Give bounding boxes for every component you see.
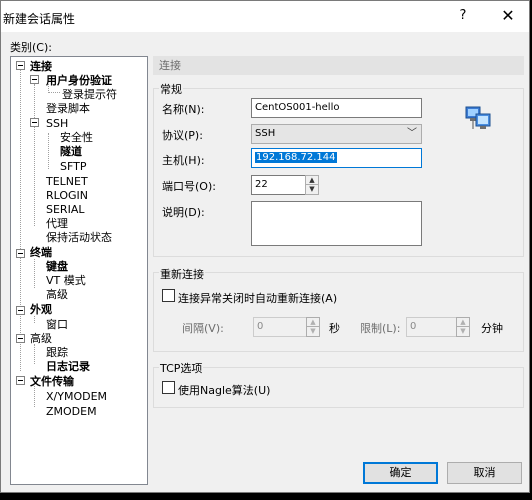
tree-item-login-prompts[interactable]: 登录提示符: [62, 88, 117, 101]
tree-item-logging[interactable]: 日志记录: [46, 360, 90, 373]
tcp-options-title: TCP选项: [159, 360, 204, 376]
interval-spinner[interactable]: ▲ ▼: [306, 317, 320, 337]
category-label: 类别(C):: [10, 41, 52, 54]
spin-up-icon[interactable]: ▲: [307, 318, 319, 327]
tree-item-telnet[interactable]: TELNET: [46, 175, 88, 188]
tree-guide-line: [34, 316, 35, 323]
chevron-down-icon: ﹀: [407, 128, 417, 139]
tree-guide-line: [48, 133, 49, 169]
interval-unit: 秒: [329, 322, 340, 335]
host-value: 192.168.72.144: [255, 152, 337, 163]
tree-item-terminal[interactable]: 终端: [30, 246, 52, 259]
tree-guide-line: [34, 84, 35, 226]
reconnect-group-title: 重新连接: [159, 266, 205, 282]
session-properties-dialog: 新建会话属性 ? ✕ 类别(C): 连接 用户身份验证 登录提示符 登录脚本 S…: [0, 0, 530, 493]
tree-item-serial[interactable]: SERIAL: [46, 203, 84, 216]
limit-spinner[interactable]: ▲ ▼: [456, 317, 470, 337]
tree-guide-line: [34, 344, 35, 364]
reconnect-group: [153, 272, 524, 352]
collapse-icon[interactable]: [30, 75, 39, 84]
title-bar: 新建会话属性 ? ✕: [1, 1, 529, 32]
tree-item-keep-alive[interactable]: 保持活动状态: [46, 231, 112, 244]
protocol-selected-value: SSH: [255, 128, 276, 139]
host-field[interactable]: 192.168.72.144: [251, 148, 422, 168]
tree-guide-line: [34, 386, 35, 407]
tree-item-proxy[interactable]: 代理: [46, 217, 68, 230]
tree-item-terminal-advanced[interactable]: 高级: [46, 288, 68, 301]
spin-down-icon[interactable]: ▼: [457, 327, 469, 336]
general-group-title: 常规: [159, 81, 183, 97]
tree-item-sftp[interactable]: SFTP: [60, 160, 86, 173]
tree-item-file-transfer[interactable]: 文件传输: [30, 375, 74, 388]
nagle-label[interactable]: 使用Nagle算法(U): [178, 382, 270, 398]
cancel-button[interactable]: 取消: [447, 462, 522, 484]
port-label: 端口号(O):: [162, 180, 216, 193]
collapse-icon[interactable]: [16, 249, 25, 258]
tree-item-keyboard[interactable]: 键盘: [46, 260, 68, 273]
limit-field[interactable]: 0: [406, 317, 461, 337]
host-label: 主机(H):: [162, 154, 205, 167]
description-field[interactable]: [251, 201, 422, 246]
tree-item-advanced[interactable]: 高级: [30, 332, 52, 345]
tree-item-appearance[interactable]: 外观: [30, 303, 52, 316]
protocol-label: 协议(P):: [162, 129, 203, 142]
tree-guide-line: [20, 70, 21, 371]
collapse-icon[interactable]: [16, 61, 25, 70]
tree-item-window[interactable]: 窗口: [46, 318, 68, 331]
session-computer-icon: [465, 106, 491, 129]
collapse-icon[interactable]: [16, 376, 25, 385]
spin-up-icon[interactable]: ▲: [457, 318, 469, 327]
close-icon[interactable]: ✕: [497, 5, 519, 27]
tree-item-connection[interactable]: 连接: [30, 60, 52, 73]
help-button[interactable]: ?: [453, 5, 473, 27]
name-label: 名称(N):: [162, 103, 205, 116]
tree-item-xymodem[interactable]: X/YMODEM: [46, 390, 107, 403]
collapse-icon[interactable]: [16, 306, 25, 315]
limit-unit: 分钟: [481, 322, 503, 335]
tree-item-vt-modes[interactable]: VT 模式: [46, 274, 86, 287]
tree-item-tunneling[interactable]: 隧道: [60, 145, 82, 158]
port-spinner[interactable]: ▲ ▼: [305, 175, 319, 195]
panel-header: 连接: [153, 56, 524, 75]
protocol-select[interactable]: SSH ﹀: [251, 124, 422, 144]
tree-guide-line: [34, 259, 35, 288]
nagle-checkbox[interactable]: [162, 381, 175, 394]
tree-item-ssh[interactable]: SSH: [46, 117, 68, 130]
tree-item-login-script[interactable]: 登录脚本: [46, 102, 90, 115]
ok-button[interactable]: 确定: [363, 462, 438, 484]
category-tree[interactable]: 连接 用户身份验证 登录提示符 登录脚本 SSH 安全性 隧道 SFTP TEL…: [10, 56, 148, 485]
spin-down-icon[interactable]: ▼: [307, 327, 319, 336]
limit-label: 限制(L):: [360, 322, 401, 335]
name-field[interactable]: CentOS001-hello: [251, 98, 422, 118]
window-title: 新建会话属性: [3, 12, 76, 26]
interval-field[interactable]: 0: [253, 317, 308, 337]
tree-item-security[interactable]: 安全性: [60, 131, 93, 144]
auto-reconnect-checkbox[interactable]: [162, 289, 175, 302]
collapse-icon[interactable]: [30, 118, 39, 127]
spin-down-icon[interactable]: ▼: [306, 185, 318, 194]
tree-item-authentication[interactable]: 用户身份验证: [46, 74, 112, 87]
tree-item-trace[interactable]: 跟踪: [46, 346, 68, 359]
interval-label: 间隔(V):: [182, 322, 224, 335]
collapse-icon[interactable]: [16, 334, 25, 343]
spin-up-icon[interactable]: ▲: [306, 176, 318, 185]
port-field[interactable]: 22: [251, 175, 306, 195]
description-label: 说明(D):: [162, 206, 205, 219]
tree-item-zmodem[interactable]: ZMODEM: [46, 405, 97, 418]
tree-guide-line: [48, 92, 60, 93]
auto-reconnect-label[interactable]: 连接异常关闭时自动重新连接(A): [178, 290, 337, 306]
tree-item-rlogin[interactable]: RLOGIN: [46, 189, 88, 202]
